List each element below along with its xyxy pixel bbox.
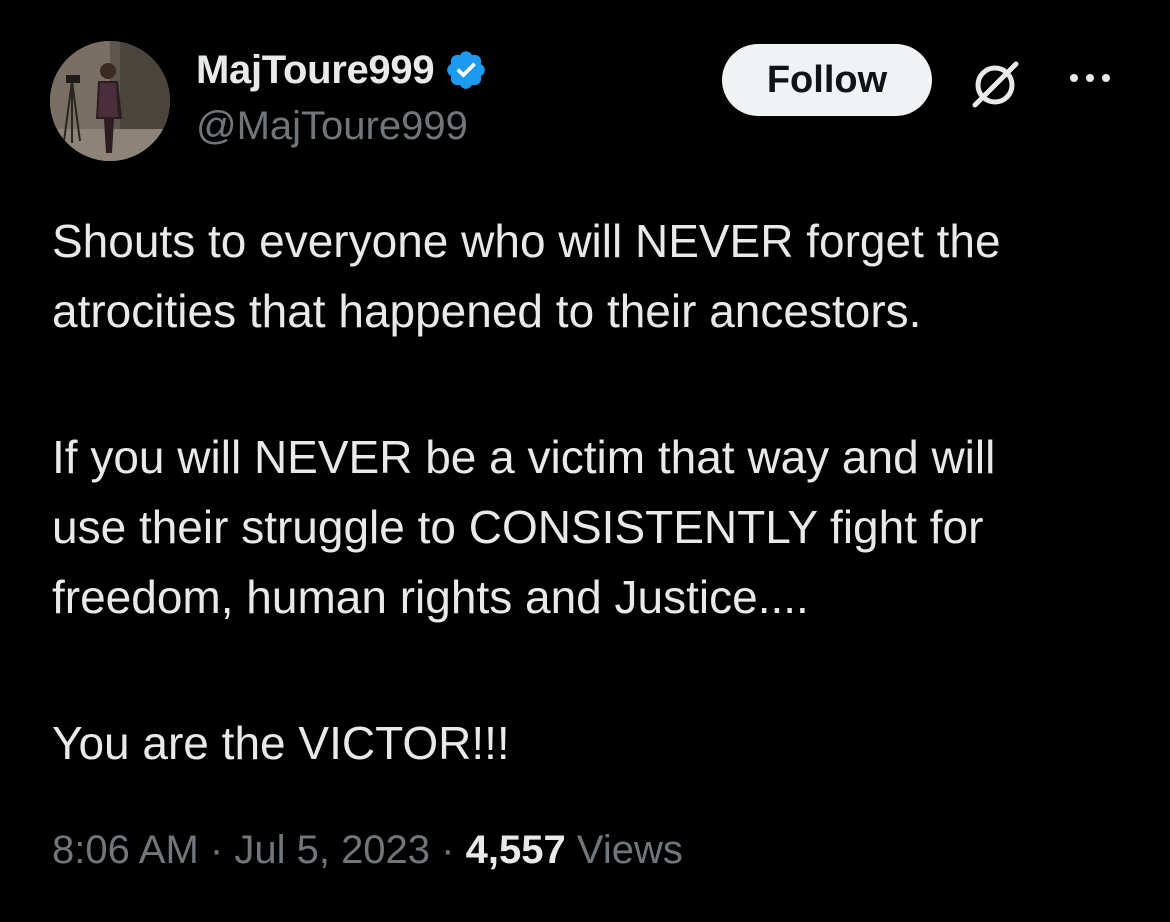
tweet-line: freedom, human rights and Justice.... bbox=[52, 571, 809, 623]
author-handle[interactable]: @MajToure999 bbox=[196, 104, 468, 149]
tweet-line: Shouts to everyone who will NEVER forget… bbox=[52, 215, 1001, 267]
tweet-line: use their struggle to CONSISTENTLY fight… bbox=[52, 501, 984, 553]
tweet: MajToure999 @MajToure999 Follow Shouts t… bbox=[0, 0, 1170, 922]
avatar-photo bbox=[50, 41, 170, 161]
tweet-line: If you will NEVER be a victim that way a… bbox=[52, 431, 996, 483]
display-name[interactable]: MajToure999 bbox=[196, 48, 435, 93]
author-name-row: MajToure999 bbox=[196, 44, 488, 96]
meta-separator: · bbox=[209, 828, 224, 872]
verified-badge-icon bbox=[447, 51, 486, 89]
tweet-line: atrocities that happened to their ancest… bbox=[52, 285, 922, 337]
views-count: 4,557 bbox=[465, 828, 566, 872]
tweet-line: You are the VICTOR!!! bbox=[52, 717, 510, 769]
tweet-time[interactable]: 8:06 AM bbox=[52, 828, 199, 872]
tweet-text: Shouts to everyone who will NEVER forget… bbox=[52, 206, 1142, 778]
views-label: Views bbox=[576, 828, 683, 872]
avatar[interactable] bbox=[50, 41, 170, 161]
more-icon[interactable] bbox=[1066, 66, 1114, 90]
grok-icon[interactable] bbox=[966, 56, 1024, 114]
meta-separator: · bbox=[441, 828, 455, 872]
tweet-date[interactable]: Jul 5, 2023 bbox=[234, 828, 430, 872]
follow-button[interactable]: Follow bbox=[722, 44, 932, 116]
tweet-meta: 8:06 AM · Jul 5, 2023 · 4,557 Views bbox=[52, 828, 683, 873]
